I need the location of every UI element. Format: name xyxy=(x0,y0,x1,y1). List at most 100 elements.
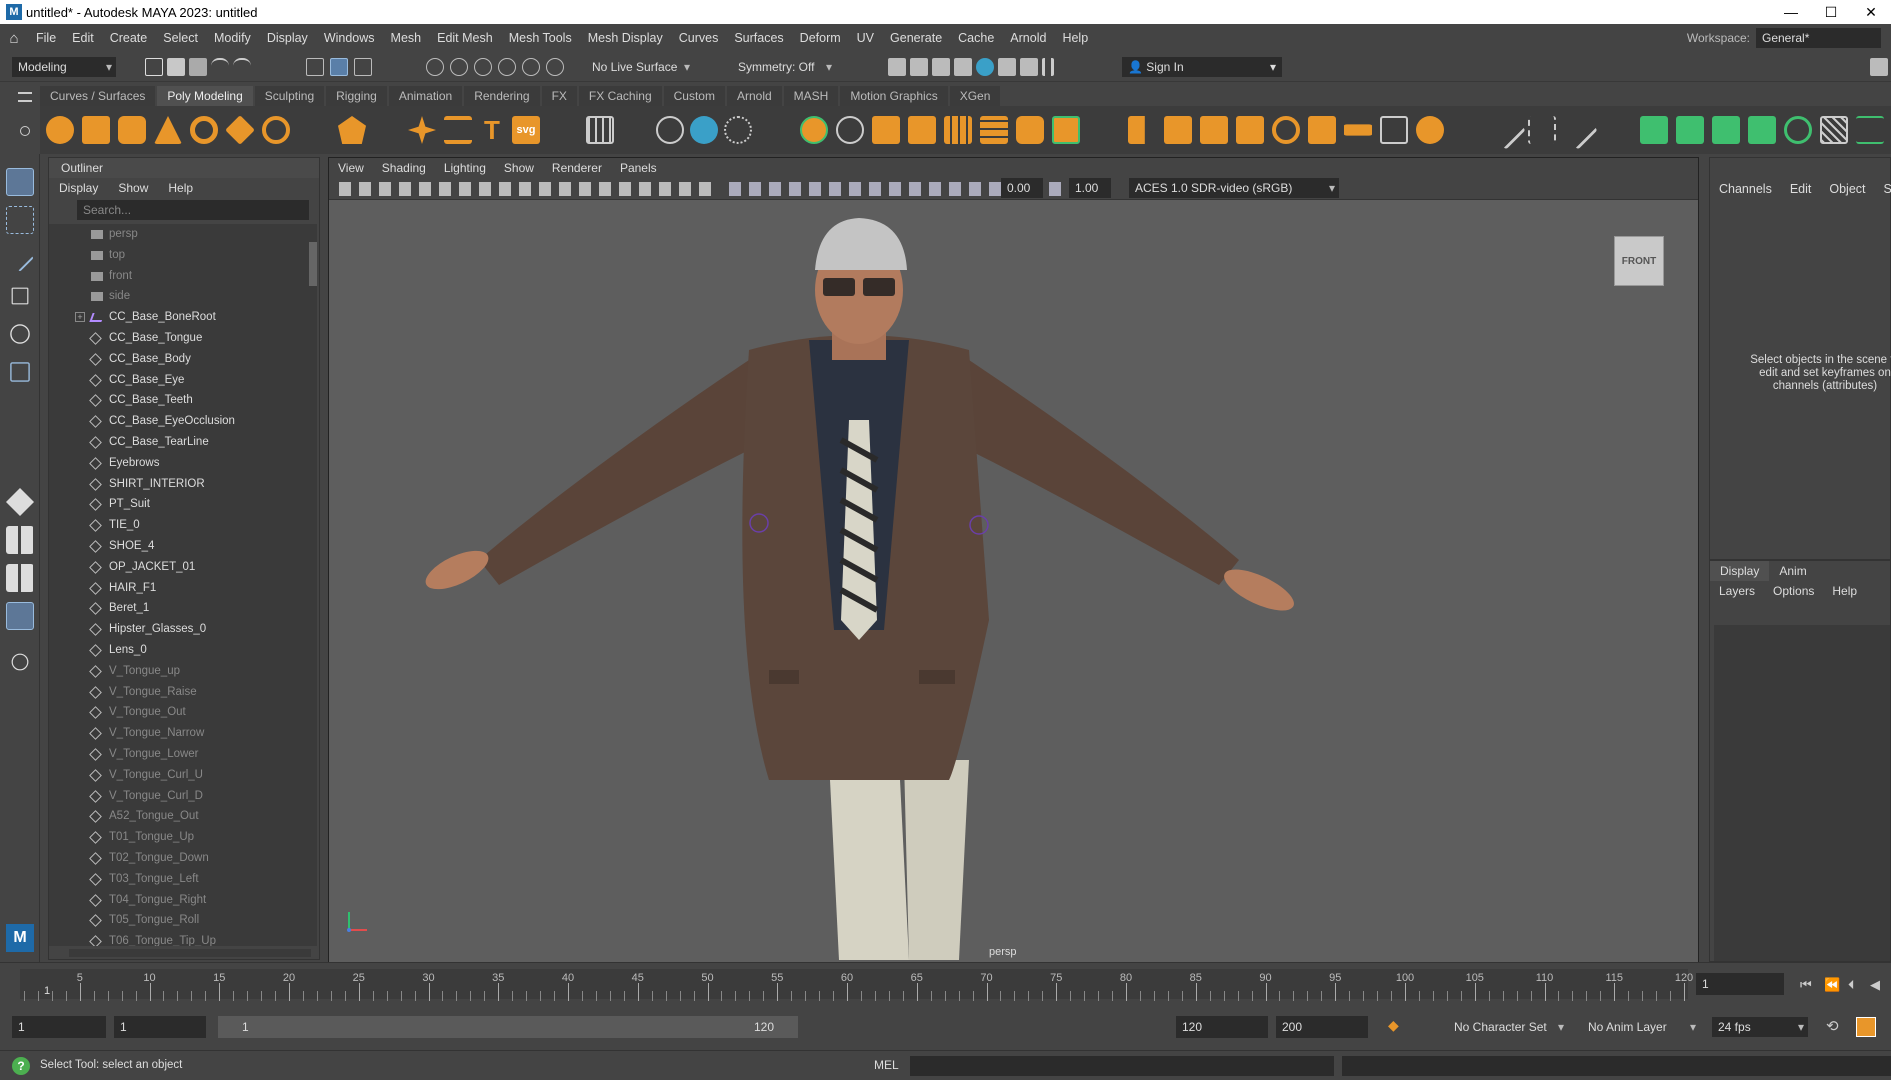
center-pivot-icon[interactable] xyxy=(656,116,684,144)
outliner-scrollbar[interactable] xyxy=(309,224,317,946)
current-frame-field[interactable]: 1 xyxy=(1696,973,1784,995)
shelf-tab-rendering[interactable]: Rendering xyxy=(464,86,540,106)
poly-torus-icon[interactable] xyxy=(190,116,218,144)
outliner-item[interactable]: Hipster_Glasses_0 xyxy=(49,619,309,640)
outliner-item[interactable]: HAIR_F1 xyxy=(49,578,309,599)
shelf-menu-icon[interactable] xyxy=(18,92,32,102)
shelf-tab-mash[interactable]: MASH xyxy=(783,86,839,106)
separate-icon[interactable] xyxy=(836,116,864,144)
outliner-item[interactable]: V_Tongue_Curl_D xyxy=(49,786,309,807)
retopologize-icon[interactable] xyxy=(1052,116,1080,144)
outliner-item[interactable]: T06_Tongue_Tip_Up xyxy=(49,931,309,946)
exposure-field[interactable]: 0.00 xyxy=(1001,178,1043,198)
menu-item-cache[interactable]: Cache xyxy=(950,31,1002,45)
channel-box-menu-sho[interactable]: Sho xyxy=(1875,182,1891,196)
snap-point-icon[interactable] xyxy=(474,58,492,76)
outliner-menu-display[interactable]: Display xyxy=(49,181,108,195)
rotate-tool-icon[interactable] xyxy=(10,324,30,344)
channel-box-menu-edit[interactable]: Edit xyxy=(1781,182,1821,196)
hypershade-icon[interactable] xyxy=(976,58,994,76)
menu-item-mesh[interactable]: Mesh xyxy=(383,31,430,45)
outliner-item[interactable]: Beret_1 xyxy=(49,598,309,619)
layer-menu-options[interactable]: Options xyxy=(1764,584,1823,598)
scale-tool-icon[interactable] xyxy=(10,362,30,382)
script-language-label[interactable]: MEL xyxy=(874,1058,899,1072)
tab-display[interactable]: Display xyxy=(1710,561,1770,581)
outliner-item[interactable]: OP_JACKET_01 xyxy=(49,557,309,578)
character-set-dropdown[interactable]: No Character Set xyxy=(1448,1017,1568,1037)
viewport-menu-show[interactable]: Show xyxy=(495,161,543,175)
single-perspective-layout-icon[interactable] xyxy=(6,488,34,516)
outliner-item[interactable]: CC_Base_Tongue xyxy=(49,328,309,349)
shelf-tab-poly-modeling[interactable]: Poly Modeling xyxy=(157,86,253,106)
poly-cube-icon[interactable] xyxy=(82,116,110,144)
outliner-layout-icon[interactable] xyxy=(6,602,34,630)
outliner-item[interactable]: front xyxy=(49,266,309,287)
outliner-item[interactable]: V_Tongue_Narrow xyxy=(49,723,309,744)
layer-menu-layers[interactable]: Layers xyxy=(1710,584,1764,598)
insert-edge-loop-icon[interactable] xyxy=(1528,116,1556,144)
maya-home-logo-icon[interactable]: M xyxy=(6,924,34,952)
viewport-menu-view[interactable]: View xyxy=(329,161,373,175)
reduce-icon[interactable] xyxy=(980,116,1008,144)
render-settings-icon[interactable] xyxy=(954,58,972,76)
range-slider[interactable]: 1 120 xyxy=(218,1016,798,1038)
viewport-menu-shading[interactable]: Shading xyxy=(373,161,435,175)
extrude-icon[interactable] xyxy=(1164,116,1192,144)
select-tool-icon[interactable] xyxy=(6,168,34,196)
outliner-item[interactable]: T02_Tongue_Down xyxy=(49,848,309,869)
poly-plane-icon[interactable] xyxy=(225,115,255,145)
platonic-solid-icon[interactable] xyxy=(338,116,366,144)
play-backwards-icon[interactable]: ◀ xyxy=(1870,977,1880,993)
outliner-item[interactable]: CC_Base_Teeth xyxy=(49,390,309,411)
undo-icon[interactable] xyxy=(211,58,229,76)
tab-anim[interactable]: Anim xyxy=(1769,561,1816,581)
live-surface-field[interactable]: No Live Surface xyxy=(586,57,694,77)
outliner-item[interactable]: persp xyxy=(49,224,309,245)
outliner-search-input[interactable]: Search... xyxy=(77,200,309,220)
menu-item-windows[interactable]: Windows xyxy=(316,31,383,45)
menu-item-display[interactable]: Display xyxy=(259,31,316,45)
channel-box-menu-object[interactable]: Object xyxy=(1820,182,1874,196)
shelf-tab-fx-caching[interactable]: FX Caching xyxy=(578,86,662,106)
outliner-item[interactable]: T05_Tongue_Roll xyxy=(49,910,309,931)
outliner-item[interactable]: CC_Base_TearLine xyxy=(49,432,309,453)
menu-item-create[interactable]: Create xyxy=(102,31,156,45)
outliner-item[interactable]: CC_Base_EyeOcclusion xyxy=(49,411,309,432)
poly-sphere-icon[interactable] xyxy=(46,116,74,144)
command-line-input[interactable] xyxy=(910,1056,1334,1076)
menu-item-file[interactable]: File xyxy=(28,31,64,45)
viewport-menu-panels[interactable]: Panels xyxy=(611,161,666,175)
menu-item-generate[interactable]: Generate xyxy=(882,31,950,45)
delete-history-icon[interactable] xyxy=(724,116,752,144)
save-scene-icon[interactable] xyxy=(189,58,207,76)
shading-tools-icon[interactable] xyxy=(729,182,1109,196)
outliner-item[interactable]: side xyxy=(49,286,309,307)
menu-item-mesh-display[interactable]: Mesh Display xyxy=(580,31,671,45)
uv-editor-icon[interactable] xyxy=(586,116,614,144)
flip-icon[interactable] xyxy=(1712,116,1740,144)
sweep-mesh-icon[interactable] xyxy=(444,116,472,144)
render-frame-icon[interactable] xyxy=(910,58,928,76)
outliner-item[interactable]: T01_Tongue_Up xyxy=(49,827,309,848)
shelf-tab-xgen[interactable]: XGen xyxy=(949,86,1001,106)
checker-uv-icon[interactable] xyxy=(1820,116,1848,144)
shelf-tab-curves-surfaces[interactable]: Curves / Surfaces xyxy=(40,86,156,106)
menu-item-surfaces[interactable]: Surfaces xyxy=(726,31,791,45)
time-slider-track[interactable]: 1 5 10 15 20 25 30 35 40 45 50 55 60 65 70 75 80 85 90 95 1… xyxy=(20,969,1693,1001)
close-button[interactable]: ✕ xyxy=(1851,0,1891,24)
poly-disc-icon[interactable] xyxy=(262,116,290,144)
outliner-item[interactable]: TIE_0 xyxy=(49,515,309,536)
snap-surface-icon[interactable] xyxy=(522,58,540,76)
outliner-item[interactable]: V_Tongue_Lower xyxy=(49,744,309,765)
paint-select-tool-icon[interactable] xyxy=(6,244,34,272)
animation-start-field[interactable]: 1 xyxy=(12,1016,106,1038)
anim-layer-dropdown[interactable]: No Anim Layer xyxy=(1582,1017,1700,1037)
poke-icon[interactable] xyxy=(1308,116,1336,144)
open-scene-icon[interactable] xyxy=(167,58,185,76)
search-icon[interactable] xyxy=(11,653,29,671)
persp-outliner-layout-icon[interactable] xyxy=(6,564,34,592)
outliner-item[interactable]: Lens_0 xyxy=(49,640,309,661)
remesh-icon[interactable] xyxy=(1016,116,1044,144)
select-objects-icon[interactable] xyxy=(330,58,348,76)
